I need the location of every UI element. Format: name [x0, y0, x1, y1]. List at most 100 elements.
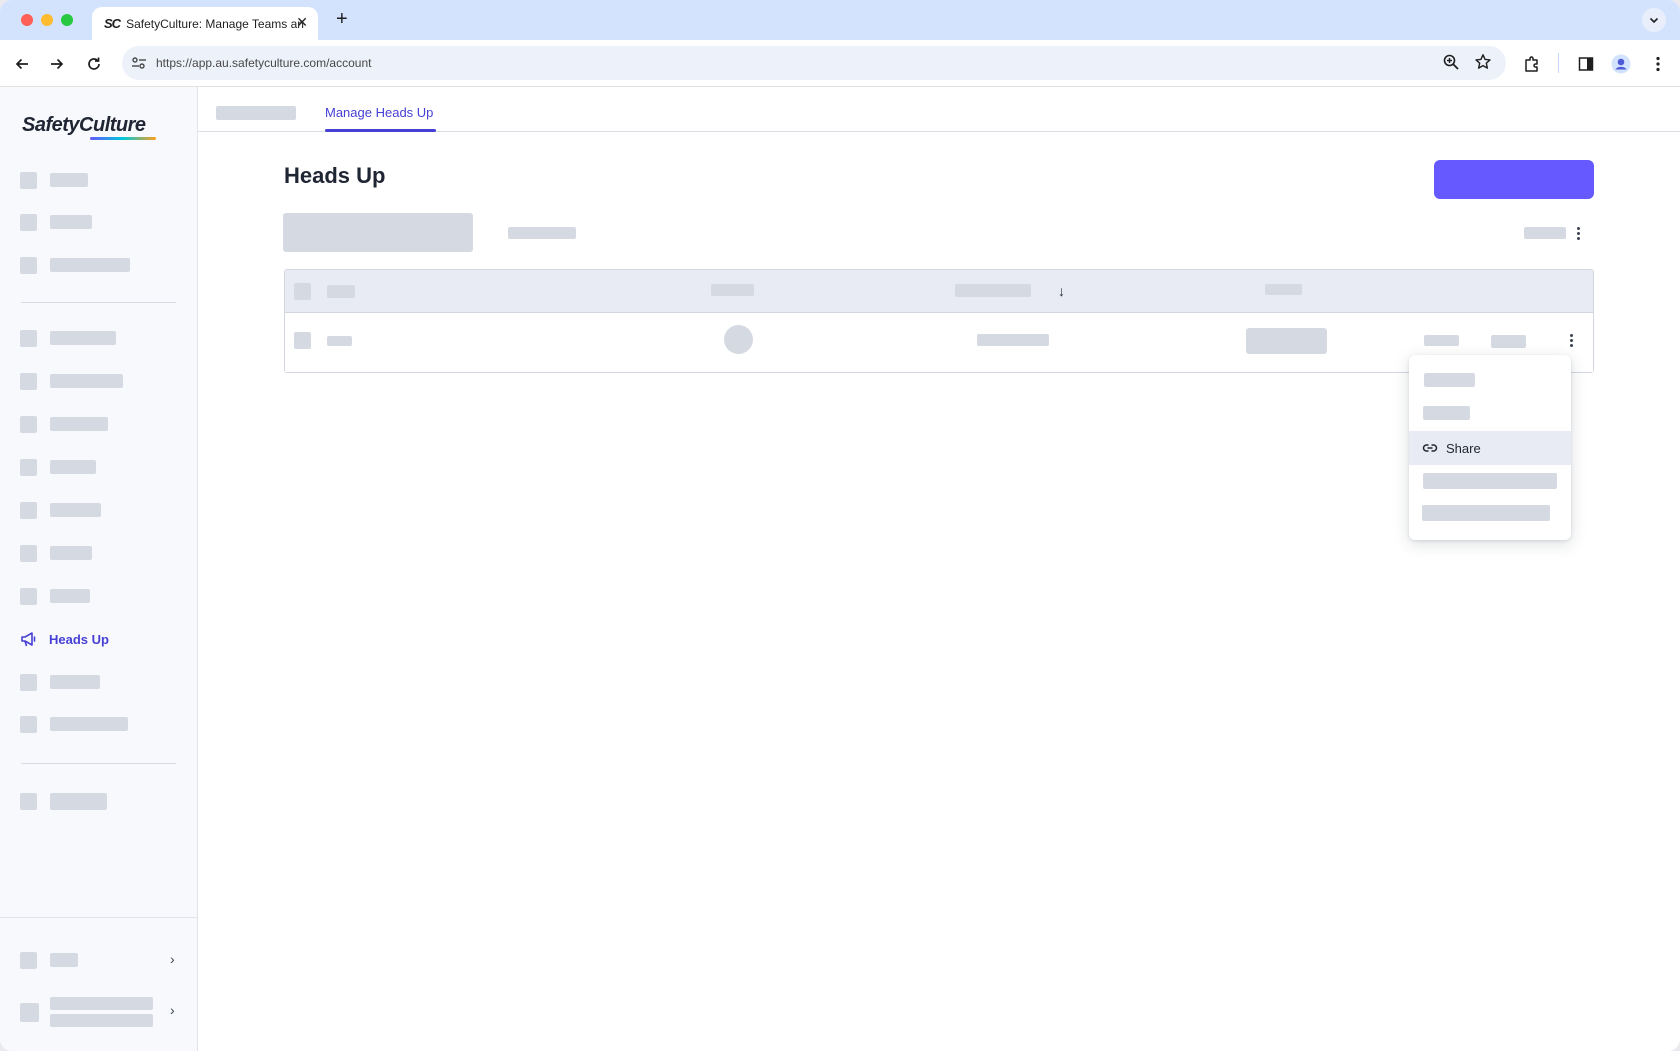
- column-header-placeholder[interactable]: [327, 285, 355, 298]
- sidebar-item[interactable]: [20, 544, 92, 562]
- sidebar-account-item[interactable]: [20, 995, 153, 1029]
- arrow-right-icon: [51, 58, 64, 70]
- forward-button[interactable]: [45, 52, 69, 76]
- table-header: ↓: [285, 270, 1593, 313]
- filter-placeholder[interactable]: [508, 227, 576, 239]
- sidebar-item-label-placeholder: [50, 417, 108, 431]
- tab-placeholder[interactable]: [216, 106, 296, 120]
- sidebar-item-label: Heads Up: [49, 631, 109, 647]
- column-header-placeholder[interactable]: [1265, 284, 1302, 295]
- account-name-placeholder: [50, 997, 153, 1010]
- table-row[interactable]: [285, 313, 1593, 372]
- sidebar-item-label-placeholder: [50, 258, 130, 272]
- sidebar-divider: [21, 302, 176, 303]
- sidebar-item[interactable]: [20, 415, 108, 433]
- sidebar-item-icon: [20, 372, 37, 390]
- menu-item-placeholder[interactable]: [1424, 373, 1475, 387]
- sidebar-item[interactable]: [20, 372, 123, 390]
- sidebar-item[interactable]: [20, 715, 128, 733]
- search-input[interactable]: [283, 213, 473, 252]
- arrow-left-icon: [15, 58, 28, 70]
- tab-search-button[interactable]: [1642, 8, 1666, 32]
- sidebar-item-label-placeholder: [50, 546, 92, 560]
- megaphone-icon: [21, 632, 36, 647]
- more-options-icon[interactable]: [1577, 227, 1581, 240]
- link-icon: [1422, 444, 1438, 452]
- browser-tab[interactable]: SC SafetyCulture: Manage Teams and... ✕: [92, 7, 318, 40]
- sidebar-item-icon: [20, 458, 37, 476]
- extensions-icon[interactable]: [1520, 52, 1544, 76]
- sidebar-item-label-placeholder: [50, 589, 90, 603]
- sidebar-item[interactable]: [20, 329, 116, 347]
- tab-manage-heads-up[interactable]: Manage Heads Up: [325, 105, 433, 120]
- site-settings-icon[interactable]: [130, 54, 148, 72]
- zoom-icon[interactable]: [1442, 53, 1460, 76]
- column-header-placeholder[interactable]: [711, 284, 754, 296]
- url-text: https://app.au.safetyculture.com/account: [156, 56, 372, 70]
- sidebar-divider: [21, 763, 176, 764]
- sidebar-item-label-placeholder: [50, 331, 116, 345]
- sort-descending-icon[interactable]: ↓: [1058, 283, 1065, 299]
- bookmark-star-icon[interactable]: [1474, 53, 1492, 76]
- column-header-placeholder[interactable]: [955, 284, 1031, 297]
- chevron-right-icon[interactable]: ›: [170, 1002, 175, 1018]
- close-tab-icon[interactable]: ✕: [296, 15, 308, 29]
- menu-item-placeholder[interactable]: [1423, 473, 1557, 489]
- chevron-right-icon[interactable]: ›: [170, 951, 175, 967]
- sidebar-footer-item[interactable]: [20, 951, 78, 969]
- sidebar-item-icon: [20, 171, 37, 189]
- sidebar-item-heads-up[interactable]: Heads Up: [20, 630, 109, 648]
- maximize-window-button[interactable]: [61, 14, 73, 26]
- sidebar-item-label-placeholder: [50, 675, 100, 689]
- new-tab-icon[interactable]: +: [336, 9, 348, 29]
- sidebar-item-icon: [20, 673, 37, 691]
- row-title-placeholder: [327, 336, 352, 346]
- sidebar-item-icon: [20, 587, 37, 605]
- logo-underline: [90, 137, 156, 140]
- safetyculture-favicon-icon: SC: [104, 16, 121, 31]
- reload-button[interactable]: [82, 52, 106, 76]
- results-count-placeholder: [1524, 227, 1566, 239]
- address-bar[interactable]: https://app.au.safetyculture.com/account: [122, 46, 1506, 80]
- browser-window: SC SafetyCulture: Manage Teams and... ✕ …: [0, 0, 1680, 1051]
- reload-icon: [88, 57, 100, 70]
- sidebar-footer-divider: [0, 917, 198, 918]
- profile-avatar-icon[interactable]: [1609, 52, 1633, 76]
- menu-item-share[interactable]: Share: [1409, 431, 1571, 465]
- sidebar-item-label-placeholder: [50, 503, 101, 517]
- safetyculture-logo[interactable]: SafetyCulture: [22, 114, 146, 137]
- row-action-placeholder[interactable]: [1424, 335, 1459, 346]
- sidebar-item[interactable]: [20, 171, 88, 189]
- tab-title: SafetyCulture: Manage Teams and...: [126, 16, 305, 31]
- back-button[interactable]: [10, 52, 34, 76]
- sidebar-item-icon: [20, 213, 37, 231]
- row-action-placeholder[interactable]: [1491, 335, 1526, 348]
- select-all-checkbox[interactable]: [294, 283, 311, 300]
- sidebar-item[interactable]: [20, 792, 107, 810]
- minimize-window-button[interactable]: [41, 14, 53, 26]
- sidebar-item[interactable]: [20, 458, 96, 476]
- side-panel-icon[interactable]: [1574, 52, 1598, 76]
- row-actions-menu: Share: [1409, 355, 1571, 540]
- row-date-placeholder: [977, 334, 1049, 346]
- row-checkbox[interactable]: [294, 332, 311, 349]
- sidebar-item[interactable]: [20, 501, 101, 519]
- close-window-button[interactable]: [21, 14, 33, 26]
- sidebar-item[interactable]: [20, 587, 90, 605]
- sidebar-item-label-placeholder: [50, 173, 88, 187]
- sidebar-item-icon: [20, 329, 37, 347]
- sidebar-item-label-placeholder: [50, 374, 123, 388]
- row-more-options-icon[interactable]: [1570, 334, 1574, 347]
- browser-menu-icon[interactable]: [1646, 52, 1670, 76]
- sidebar-item[interactable]: [20, 256, 130, 274]
- sidebar-item-label-placeholder: [50, 792, 107, 810]
- sidebar-item-icon: [20, 501, 37, 519]
- sidebar-item[interactable]: [20, 213, 92, 231]
- menu-item-placeholder[interactable]: [1423, 406, 1470, 420]
- sidebar-item[interactable]: [20, 673, 100, 691]
- sidebar-item-icon: [20, 544, 37, 562]
- account-org-placeholder: [50, 1014, 153, 1027]
- primary-action-button[interactable]: [1434, 160, 1594, 199]
- menu-item-placeholder[interactable]: [1422, 505, 1550, 521]
- status-badge: [1246, 328, 1327, 354]
